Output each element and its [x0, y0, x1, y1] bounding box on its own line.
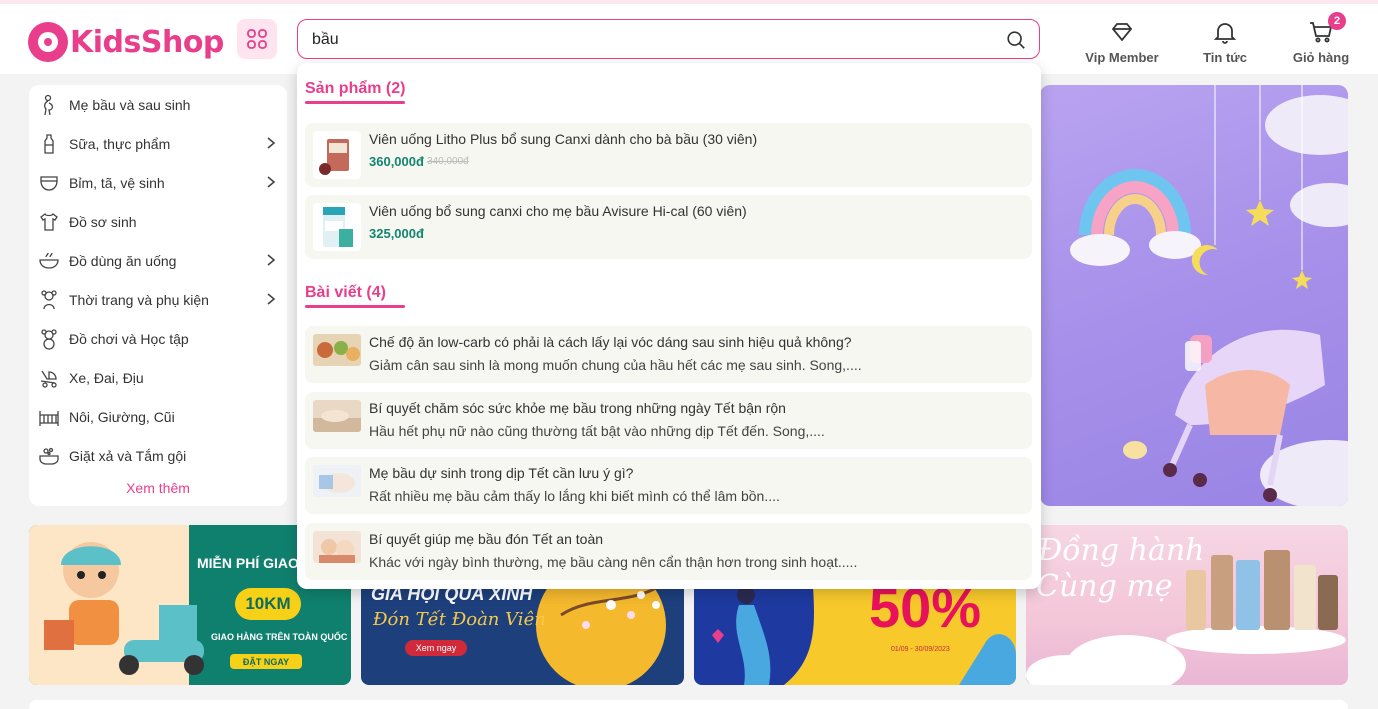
product-price: 360,000đ [369, 154, 424, 169]
article-result[interactable]: Chế độ ăn low-carb có phải là cách lấy l… [305, 326, 1032, 383]
pregnant-icon [44, 94, 54, 115]
article-thumbnail [313, 334, 361, 366]
category-item-an-uong[interactable]: Đồ dùng ăn uống [29, 241, 287, 280]
logo-text: KidsShop [70, 24, 224, 60]
product-price: 325,000đ [369, 226, 424, 241]
product-name: Viên uống bổ sung canxi cho mẹ bầu Avisu… [369, 203, 747, 219]
diamond-icon [1111, 23, 1133, 42]
diaper-icon [40, 175, 58, 191]
product-result[interactable]: Viên uống bổ sung canxi cho mẹ bầu Avisu… [305, 195, 1032, 259]
crib-icon [39, 410, 59, 426]
product-thumbnail [313, 203, 361, 251]
vip-member-link[interactable]: Vip Member [1077, 18, 1167, 65]
article-title: Bí quyết giúp mẹ bầu đón Tết an toàn [369, 531, 604, 547]
companion-script-1: Đồng hành [1038, 533, 1205, 568]
cart-link[interactable]: 2 Giỏ hàng [1276, 12, 1366, 65]
hero-illustration [1070, 85, 1348, 506]
news-link[interactable]: Tin tức [1180, 18, 1270, 65]
article-title: Bí quyết chăm sóc sức khỏe mẹ bầu trong … [369, 400, 786, 416]
chevron-right-icon [267, 254, 276, 266]
distance-badge: 10KM [235, 588, 301, 620]
vip-member-label: Vip Member [1085, 50, 1159, 65]
bowl-icon [39, 252, 59, 269]
category-item-do-choi[interactable]: Đồ chơi và Học tập [29, 319, 287, 358]
article-excerpt: Khác với ngày bình thường, mẹ bầu càng n… [369, 554, 858, 570]
see-more-link[interactable]: Xem thêm [29, 480, 287, 496]
search-results-dropdown: Sản phẩm (2) Viên uống Litho Plus bổ sun… [297, 63, 1041, 589]
product-old-price: 340,000đ [427, 156, 469, 167]
bell-icon [1213, 23, 1237, 44]
category-item-so-sinh[interactable]: Đồ sơ sinh [29, 202, 287, 241]
chevron-right-icon [267, 137, 276, 149]
article-thumbnail [313, 465, 361, 497]
article-title: Chế độ ăn low-carb có phải là cách lấy l… [369, 334, 852, 350]
teddy-bear-icon [41, 328, 57, 350]
products-section-title: Sản phẩm (2) [305, 80, 406, 104]
hero-banner[interactable] [1040, 85, 1348, 506]
article-excerpt: Hầu hết phụ nữ nào cũng thường tất bật v… [369, 423, 825, 439]
article-title: Mẹ bầu dự sinh trong dịp Tết cần lưu ý g… [369, 465, 634, 481]
chevron-right-icon [267, 293, 276, 305]
articles-section-title: Bài viết (4) [305, 284, 405, 308]
onesie-icon [40, 212, 58, 231]
cart-label: Giỏ hàng [1292, 50, 1350, 65]
search-icon[interactable] [1005, 29, 1027, 51]
category-sidebar: Mẹ bầu và sau sinh Sữa, thực phẩm Bỉm, t… [29, 85, 287, 506]
search-box [297, 19, 1040, 59]
logo-mark-icon [28, 22, 68, 62]
sale-dates: 01/09 - 30/09/2023 [891, 646, 950, 653]
bath-icon [39, 447, 59, 465]
cart-badge: 2 [1328, 12, 1346, 30]
category-item-thoi-trang[interactable]: Thời trang và phụ kiện [29, 280, 287, 319]
category-item-bim[interactable]: Bỉm, tã, vệ sinh [29, 163, 287, 202]
product-result[interactable]: Viên uống Litho Plus bổ sung Canxi dành … [305, 123, 1032, 187]
article-result[interactable]: Mẹ bầu dự sinh trong dịp Tết cần lưu ý g… [305, 457, 1032, 514]
companion-banner[interactable]: Đồng hành Cùng mẹ [1026, 525, 1348, 685]
category-item-noi[interactable]: Nôi, Giường, Cũi [29, 397, 287, 436]
grid-icon [247, 29, 267, 49]
fashion-icon [41, 289, 57, 309]
milk-bottle-icon [44, 133, 54, 154]
category-item-xe[interactable]: Xe, Đai, Địu [29, 358, 287, 397]
article-thumbnail [313, 531, 361, 563]
order-now-button[interactable]: ĐẶT NGAY [230, 654, 302, 669]
search-input[interactable] [312, 29, 992, 51]
product-thumbnail [313, 131, 361, 179]
free-ship-headline: MIỄN PHÍ GIAO [197, 555, 299, 571]
category-item-giat-xa[interactable]: Giặt xả và Tắm gội [29, 436, 287, 475]
free-ship-sub: GIAO HÀNG TRÊN TOÀN QUỐC [211, 632, 348, 642]
logo[interactable]: KidsShop [28, 20, 224, 64]
tet-script: Đón Tết Đoàn Viên [373, 609, 546, 630]
news-label: Tin tức [1203, 50, 1247, 65]
companion-script-2: Cùng mẹ [1036, 569, 1173, 604]
next-section [29, 700, 1348, 709]
view-now-button[interactable]: Xem ngay [405, 640, 467, 656]
category-item-me-bau[interactable]: Mẹ bầu và sau sinh [29, 85, 287, 124]
category-menu-button[interactable] [237, 19, 277, 59]
product-name: Viên uống Litho Plus bổ sung Canxi dành … [369, 131, 758, 147]
article-result[interactable]: Bí quyết chăm sóc sức khỏe mẹ bầu trong … [305, 392, 1032, 449]
chevron-right-icon [267, 176, 276, 188]
article-thumbnail [313, 400, 361, 432]
article-excerpt: Giảm cân sau sinh là mong muốn chung của… [369, 357, 862, 373]
stroller-icon [40, 370, 57, 388]
category-item-sua[interactable]: Sữa, thực phẩm [29, 124, 287, 163]
article-excerpt: Rất nhiều mẹ bầu cảm thấy lo lắng khi bi… [369, 488, 780, 504]
article-result[interactable]: Bí quyết giúp mẹ bầu đón Tết an toàn Khá… [305, 523, 1032, 580]
